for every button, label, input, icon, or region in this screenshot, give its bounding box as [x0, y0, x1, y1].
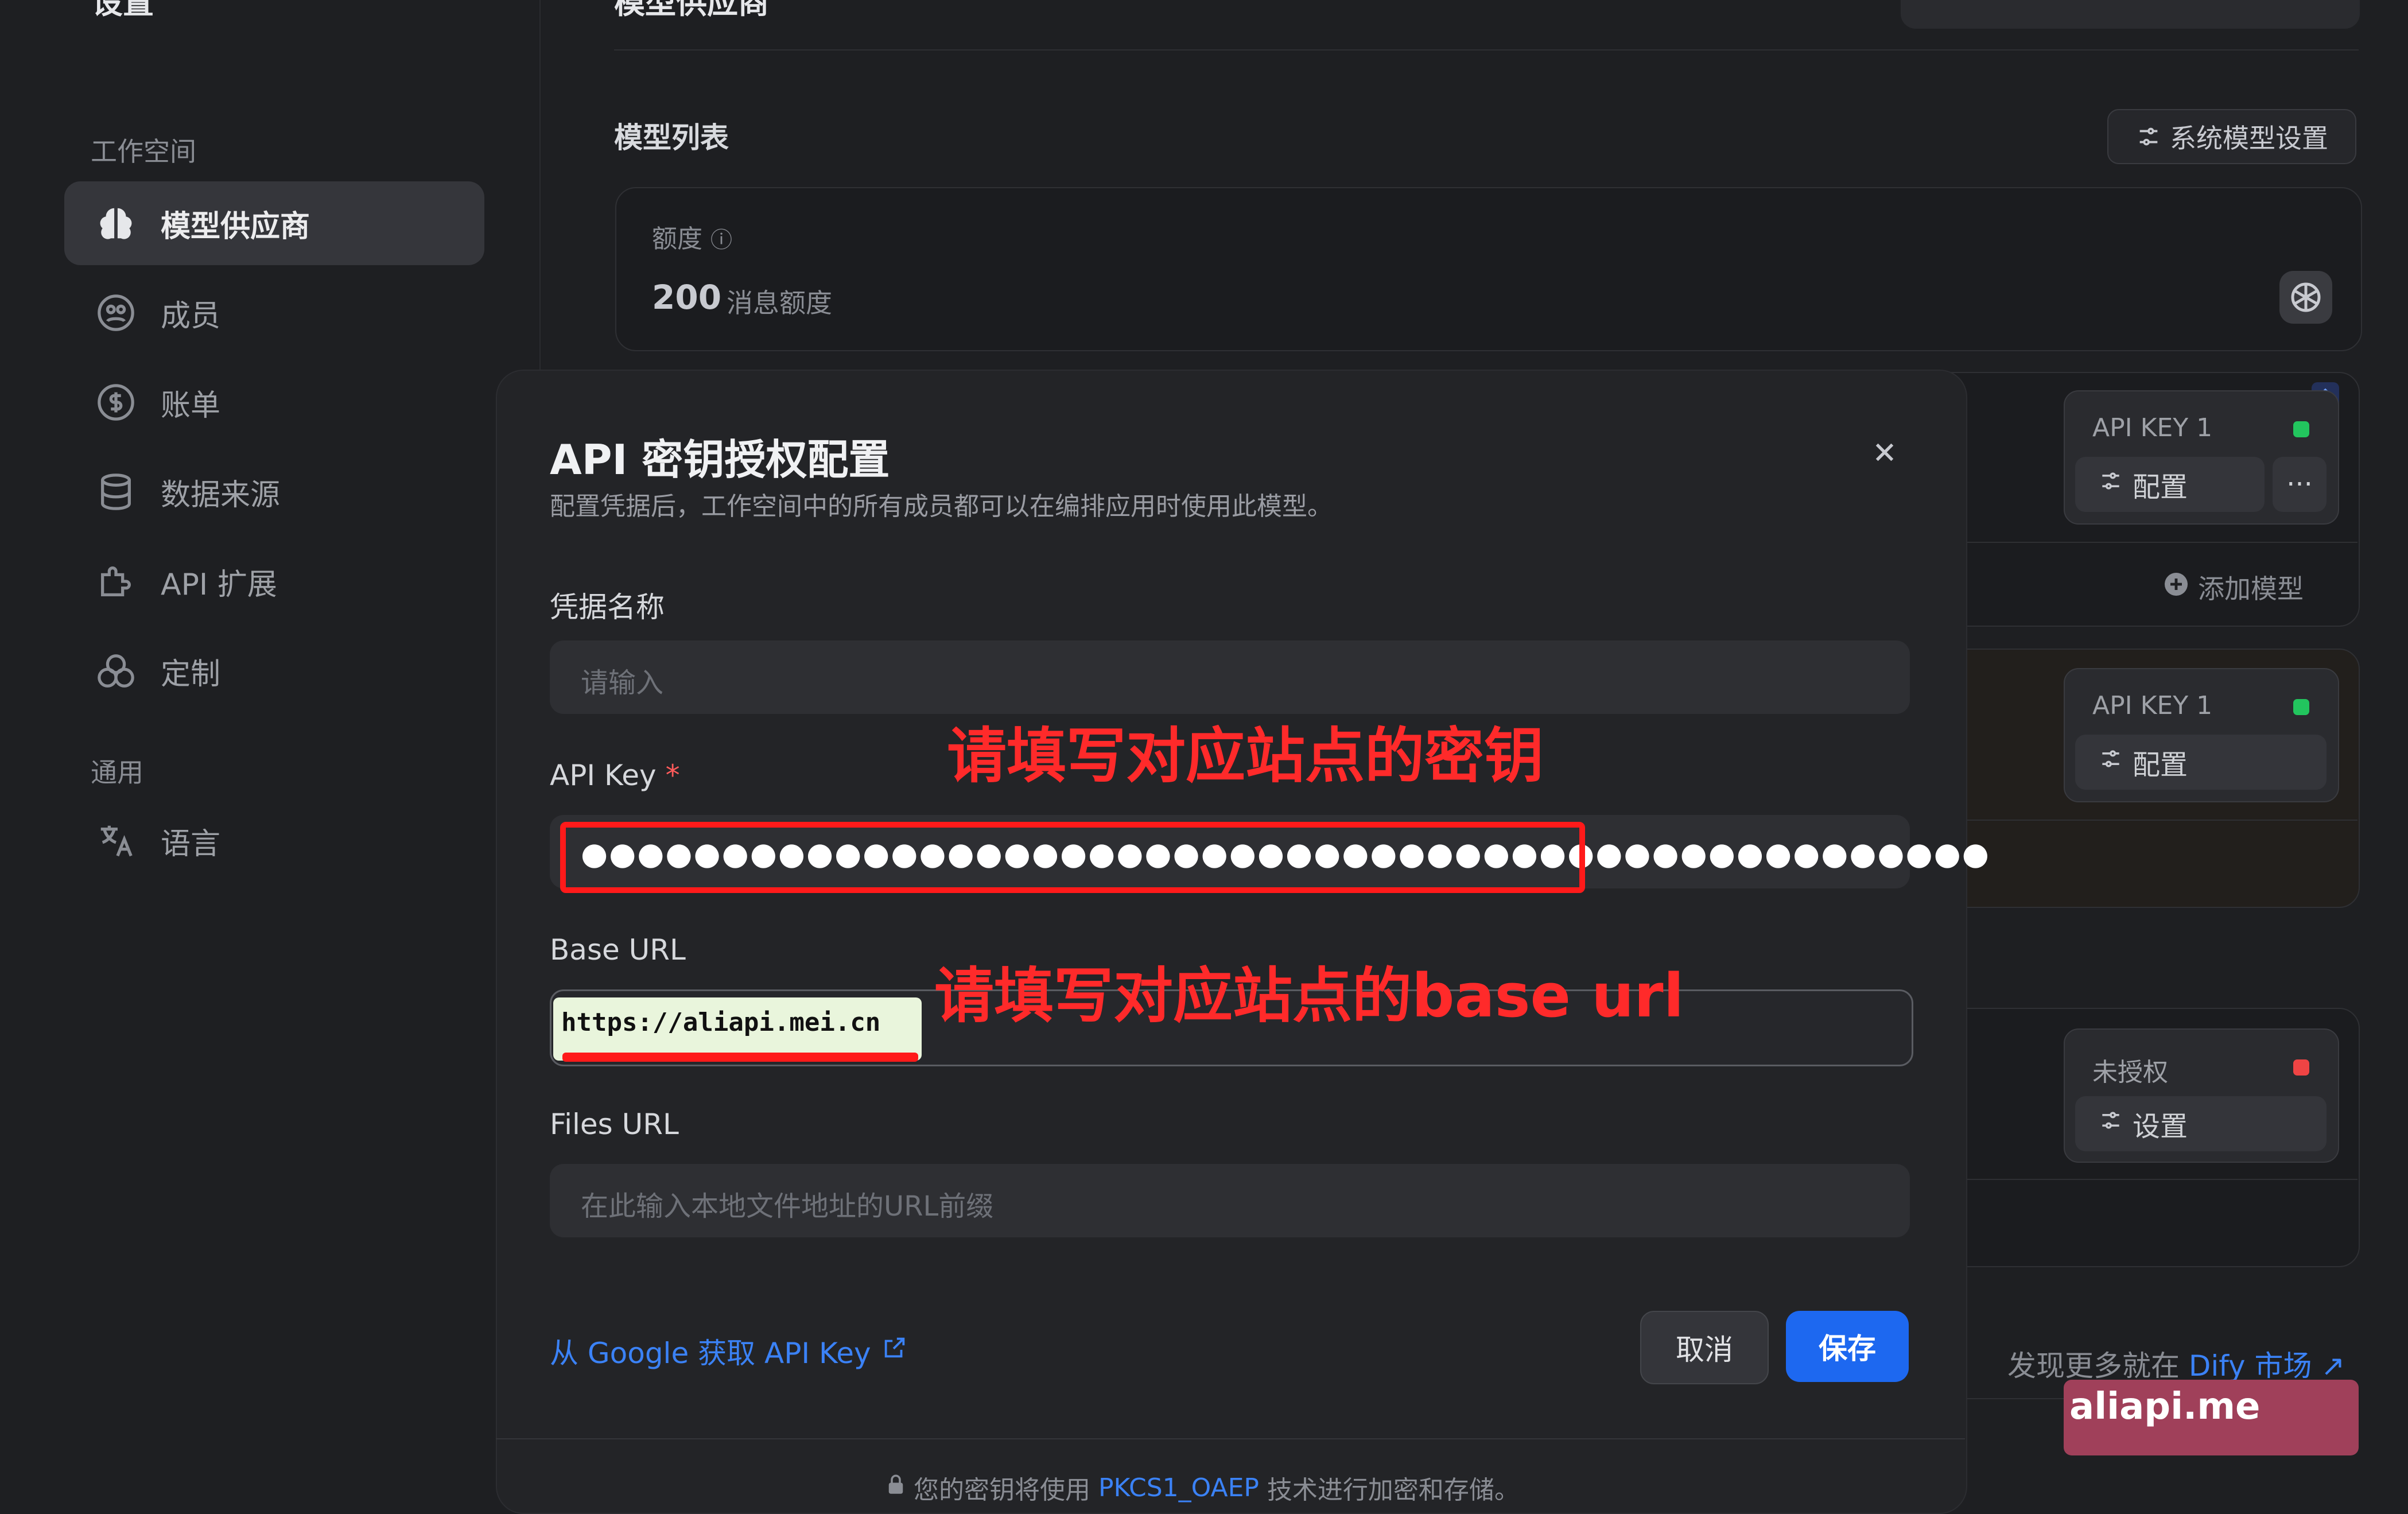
- settings-sliders-icon: [2098, 468, 2123, 500]
- system-model-settings-button[interactable]: 系统模型设置: [2107, 109, 2356, 164]
- dialog-description: 配置凭据后，工作空间中的所有成员都可以在编排应用时使用此模型。: [550, 492, 1333, 521]
- settings-sliders-icon: [2139, 127, 2158, 146]
- divider: [614, 49, 2359, 51]
- sidebar-item-members[interactable]: 成员: [64, 271, 484, 355]
- sidebar-group-general: 通用: [91, 757, 143, 788]
- close-icon[interactable]: [1866, 434, 1903, 471]
- lock-icon: [884, 1473, 908, 1503]
- plus-circle-icon: [2162, 570, 2190, 604]
- save-button[interactable]: 保存: [1786, 1311, 1909, 1382]
- dialog-title: API 密钥授权配置: [550, 436, 890, 484]
- files-url-placeholder: 在此输入本地文件地址的URL前缀: [581, 1190, 994, 1222]
- quota-label: 额度 ⓘ: [652, 224, 733, 254]
- add-model-button[interactable]: 添加模型: [2162, 568, 2304, 606]
- credential-name-label: 凭据名称: [550, 591, 665, 624]
- dify-marketplace-link[interactable]: Dify 市场 ↗: [2189, 1349, 2345, 1383]
- required-mark: *: [665, 759, 680, 792]
- setup-button[interactable]: 设置: [2075, 1096, 2327, 1151]
- sidebar-group-workspace: 工作空间: [91, 136, 196, 167]
- settings-sliders-icon: [2098, 1108, 2123, 1140]
- base-url-label: Base URL: [550, 933, 686, 966]
- sidebar-item-label: 成员: [161, 298, 221, 333]
- api-key-annotation: 请填写对应站点的密钥: [947, 721, 1544, 791]
- puzzle-icon: [93, 558, 139, 604]
- discover-more: 发现更多就在 Dify 市场 ↗: [2007, 1349, 2345, 1383]
- page-title: 模型供应商: [614, 0, 769, 21]
- sidebar-item-data-source[interactable]: 数据来源: [64, 450, 484, 534]
- customize-icon: [93, 648, 139, 694]
- external-link-icon: [881, 1334, 908, 1368]
- sidebar-item-billing[interactable]: 账单: [64, 360, 484, 444]
- base-url-underline: [562, 1053, 918, 1062]
- status-dot: [2293, 1059, 2309, 1076]
- api-key-name: API KEY 1: [2092, 413, 2213, 442]
- search-input[interactable]: [1901, 0, 2360, 29]
- add-model-label: 添加模型: [2198, 573, 2304, 604]
- api-key-name: API KEY 1: [2092, 691, 2213, 720]
- config-button[interactable]: 配置: [2075, 735, 2327, 790]
- system-model-settings-label: 系统模型设置: [2170, 123, 2328, 154]
- setup-label: 设置: [2133, 1111, 2188, 1143]
- encryption-note: 您的密钥将使用 PKCS1_OAEP 技术进行加密和存储。: [884, 1469, 1520, 1506]
- sidebar-title: 设置: [92, 0, 154, 21]
- sidebar-item-api-extension[interactable]: API 扩展: [64, 539, 484, 623]
- api-key-label: API Key *: [550, 759, 680, 792]
- files-url-label: Files URL: [550, 1108, 679, 1141]
- status-dot: [2293, 421, 2309, 437]
- divider: [496, 1438, 1965, 1439]
- openai-logo-icon: [2279, 271, 2332, 324]
- settings-sliders-icon: [2098, 746, 2123, 778]
- config-label: 配置: [2133, 749, 2188, 781]
- unauthorized-label: 未授权: [2092, 1058, 2168, 1087]
- sidebar-item-model-provider[interactable]: 模型供应商: [64, 181, 484, 265]
- model-list-title: 模型列表: [614, 121, 729, 154]
- quota-card: [615, 187, 2362, 351]
- sidebar-item-label: 模型供应商: [161, 209, 310, 244]
- base-url-value: https://aliapi.mei.cn: [561, 1008, 881, 1037]
- sidebar-item-label: 定制: [161, 657, 221, 692]
- pkcs1-oaep-link[interactable]: PKCS1_OAEP: [1098, 1473, 1259, 1503]
- google-api-key-link[interactable]: 从 Google 获取 API Key: [550, 1330, 908, 1372]
- sidebar-item-label: 语言: [161, 826, 221, 861]
- config-label: 配置: [2133, 471, 2188, 503]
- sidebar-item-customize[interactable]: 定制: [64, 629, 484, 713]
- sidebar-item-language[interactable]: 语言: [64, 799, 484, 883]
- sidebar-item-label: 账单: [161, 388, 221, 423]
- quota-unit: 消息额度: [727, 288, 832, 319]
- watermark: aliapi.me: [2064, 1380, 2359, 1455]
- sidebar-item-label: API 扩展: [161, 567, 277, 602]
- cancel-button[interactable]: 取消: [1640, 1311, 1769, 1384]
- more-icon: ···: [2286, 468, 2313, 500]
- members-icon: [93, 290, 139, 336]
- sidebar-item-label: 数据来源: [161, 478, 281, 513]
- database-icon: [93, 469, 139, 515]
- status-dot: [2293, 699, 2309, 715]
- google-link-label: 从 Google 获取 API Key: [550, 1337, 871, 1370]
- billing-icon: [93, 379, 139, 425]
- quota-value: 200: [652, 278, 722, 317]
- help-icon: ⓘ: [710, 227, 733, 253]
- base-url-annotation: 请填写对应站点的base url: [934, 961, 1684, 1031]
- translate-icon: [93, 818, 139, 864]
- credential-name-placeholder: 请输入: [581, 667, 664, 699]
- config-button[interactable]: 配置: [2075, 457, 2265, 512]
- more-button[interactable]: ···: [2273, 457, 2327, 512]
- credential-name-input[interactable]: [550, 640, 1910, 714]
- api-key-highlight-box: [560, 822, 1585, 893]
- brain-icon: [93, 200, 139, 246]
